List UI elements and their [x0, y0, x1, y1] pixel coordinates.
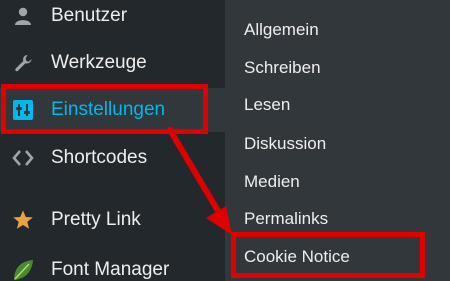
sidebar-item-einstellungen[interactable]: Einstellungen — [0, 88, 225, 132]
settings-sliders-icon — [10, 97, 36, 123]
star-icon — [10, 207, 36, 233]
leaf-icon — [10, 257, 36, 281]
submenu-item-lesen[interactable]: Lesen — [244, 95, 290, 115]
submenu-item-allgemein[interactable]: Allgemein — [244, 20, 319, 40]
sidebar-item-label: Benutzer — [51, 5, 128, 26]
submenu-item-schreiben[interactable]: Schreiben — [244, 58, 321, 78]
sidebar-item-pretty-link[interactable]: Pretty Link — [0, 198, 225, 242]
wrench-icon — [10, 50, 36, 76]
submenu-item-cookie-notice[interactable]: Cookie Notice — [244, 247, 350, 267]
sidebar-item-shortcodes[interactable]: Shortcodes — [0, 136, 225, 180]
submenu-item-permalinks[interactable]: Permalinks — [244, 209, 328, 229]
sidebar-item-label: Werkzeuge — [51, 52, 147, 73]
admin-sidebar: Benutzer Werkzeuge Einstellungen Shortco… — [0, 0, 225, 281]
sidebar-item-benutzer[interactable]: Benutzer — [0, 0, 225, 38]
sidebar-item-werkzeuge[interactable]: Werkzeuge — [0, 41, 225, 85]
sidebar-item-label: Pretty Link — [51, 209, 141, 230]
user-icon — [10, 3, 36, 29]
code-brackets-icon — [10, 145, 36, 171]
sidebar-item-font-manager[interactable]: Font Manager — [0, 248, 225, 281]
submenu-item-diskussion[interactable]: Diskussion — [244, 134, 326, 154]
sidebar-item-label: Shortcodes — [51, 147, 148, 168]
settings-submenu: Allgemein Schreiben Lesen Diskussion Med… — [225, 0, 450, 281]
sidebar-item-label: Einstellungen — [51, 99, 166, 120]
sidebar-item-label: Font Manager — [51, 259, 170, 280]
submenu-item-medien[interactable]: Medien — [244, 172, 300, 192]
